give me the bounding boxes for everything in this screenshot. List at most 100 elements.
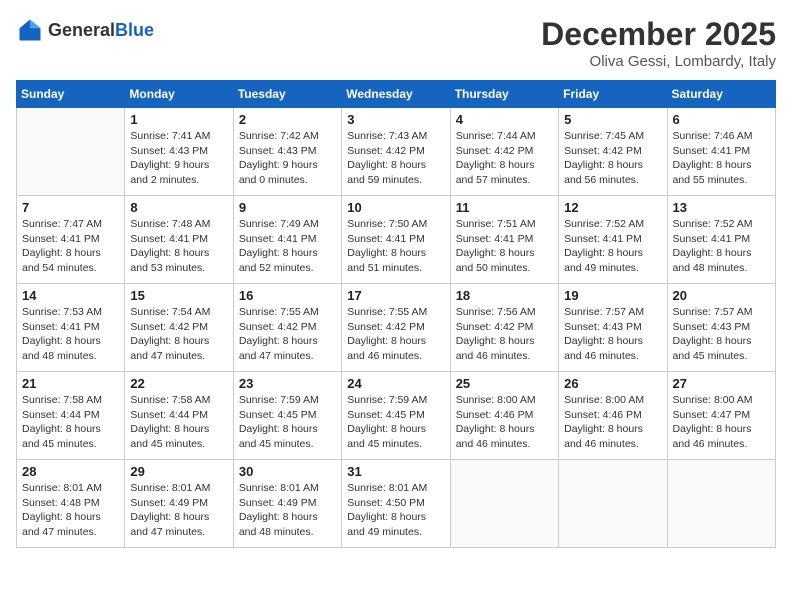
calendar-cell: 20 Sunrise: 7:57 AMSunset: 4:43 PMDayligh… [667,284,775,372]
day-number: 20 [673,288,770,303]
day-number: 8 [130,200,227,215]
day-info: Sunrise: 8:00 AMSunset: 4:46 PMDaylight:… [564,393,661,452]
calendar-week-row: 21 Sunrise: 7:58 AMSunset: 4:44 PMDayligh… [17,372,776,460]
day-info: Sunrise: 7:45 AMSunset: 4:42 PMDaylight:… [564,129,661,188]
day-info: Sunrise: 7:48 AMSunset: 4:41 PMDaylight:… [130,217,227,276]
calendar-cell [450,460,558,548]
calendar-cell: 31 Sunrise: 8:01 AMSunset: 4:50 PMDayligh… [342,460,450,548]
day-info: Sunrise: 7:47 AMSunset: 4:41 PMDaylight:… [22,217,119,276]
day-info: Sunrise: 7:58 AMSunset: 4:44 PMDaylight:… [130,393,227,452]
calendar-cell: 15 Sunrise: 7:54 AMSunset: 4:42 PMDayligh… [125,284,233,372]
calendar-day-header: Wednesday [342,81,450,108]
calendar-day-header: Saturday [667,81,775,108]
calendar-header-row: SundayMondayTuesdayWednesdayThursdayFrid… [17,81,776,108]
day-info: Sunrise: 7:58 AMSunset: 4:44 PMDaylight:… [22,393,119,452]
calendar-cell: 14Sunrise: 7:53 AMSunset: 4:41 PMDayligh… [17,284,125,372]
calendar-cell: 12 Sunrise: 7:52 AMSunset: 4:41 PMDayligh… [559,196,667,284]
day-number: 5 [564,112,661,127]
calendar-day-header: Tuesday [233,81,341,108]
day-info: Sunrise: 7:46 AMSunset: 4:41 PMDaylight:… [673,129,770,188]
day-number: 26 [564,376,661,391]
logo-general: General [48,20,115,40]
calendar-cell [17,108,125,196]
calendar-cell: 1 Sunrise: 7:41 AMSunset: 4:43 PMDaylight… [125,108,233,196]
calendar-cell: 27 Sunrise: 8:00 AMSunset: 4:47 PMDayligh… [667,372,775,460]
calendar-day-header: Thursday [450,81,558,108]
calendar-day-header: Sunday [17,81,125,108]
calendar-cell: 4 Sunrise: 7:44 AMSunset: 4:42 PMDaylight… [450,108,558,196]
calendar-cell: 17 Sunrise: 7:55 AMSunset: 4:42 PMDayligh… [342,284,450,372]
logo-icon [16,16,44,44]
calendar-cell: 21 Sunrise: 7:58 AMSunset: 4:44 PMDayligh… [17,372,125,460]
calendar-cell: 8 Sunrise: 7:48 AMSunset: 4:41 PMDaylight… [125,196,233,284]
day-number: 30 [239,464,336,479]
calendar-cell: 9Sunrise: 7:49 AMSunset: 4:41 PMDaylight… [233,196,341,284]
calendar-day-header: Friday [559,81,667,108]
calendar-cell: 28 Sunrise: 8:01 AMSunset: 4:48 PMDayligh… [17,460,125,548]
day-info: Sunrise: 8:00 AMSunset: 4:46 PMDaylight:… [456,393,553,452]
day-info: Sunrise: 8:00 AMSunset: 4:47 PMDaylight:… [673,393,770,452]
day-info: Sunrise: 8:01 AMSunset: 4:48 PMDaylight:… [22,481,119,540]
day-info: Sunrise: 7:55 AMSunset: 4:42 PMDaylight:… [239,305,336,364]
day-info: Sunrise: 8:01 AMSunset: 4:49 PMDaylight:… [239,481,336,540]
calendar-cell: 18Sunrise: 7:56 AMSunset: 4:42 PMDayligh… [450,284,558,372]
location: Oliva Gessi, Lombardy, Italy [541,53,776,70]
day-number: 17 [347,288,444,303]
calendar-cell: 24 Sunrise: 7:59 AMSunset: 4:45 PMDayligh… [342,372,450,460]
day-info: Sunrise: 7:55 AMSunset: 4:42 PMDaylight:… [347,305,444,364]
day-info: Sunrise: 7:57 AMSunset: 4:43 PMDaylight:… [673,305,770,364]
day-info: Sunrise: 7:41 AMSunset: 4:43 PMDaylight:… [130,129,227,188]
day-number: 3 [347,112,444,127]
day-number: 10 [347,200,444,215]
day-number: 18 [456,288,553,303]
calendar-cell: 13 Sunrise: 7:52 AMSunset: 4:41 PMDayligh… [667,196,775,284]
calendar-cell: 7Sunrise: 7:47 AMSunset: 4:41 PMDaylight… [17,196,125,284]
day-info: Sunrise: 7:53 AMSunset: 4:41 PMDaylight:… [22,305,119,364]
day-number: 2 [239,112,336,127]
day-number: 1 [130,112,227,127]
day-info: Sunrise: 7:52 AMSunset: 4:41 PMDaylight:… [673,217,770,276]
calendar-cell: 6 Sunrise: 7:46 AMSunset: 4:41 PMDaylight… [667,108,775,196]
day-number: 23 [239,376,336,391]
day-number: 29 [130,464,227,479]
calendar-cell: 30 Sunrise: 8:01 AMSunset: 4:49 PMDayligh… [233,460,341,548]
day-number: 31 [347,464,444,479]
calendar-cell: 26 Sunrise: 8:00 AMSunset: 4:46 PMDayligh… [559,372,667,460]
day-info: Sunrise: 7:44 AMSunset: 4:42 PMDaylight:… [456,129,553,188]
month-title: December 2025 [541,16,776,53]
day-info: Sunrise: 7:51 AMSunset: 4:41 PMDaylight:… [456,217,553,276]
day-number: 11 [456,200,553,215]
calendar-week-row: 28 Sunrise: 8:01 AMSunset: 4:48 PMDayligh… [17,460,776,548]
day-number: 25 [456,376,553,391]
day-number: 13 [673,200,770,215]
day-info: Sunrise: 7:59 AMSunset: 4:45 PMDaylight:… [347,393,444,452]
day-info: Sunrise: 7:50 AMSunset: 4:41 PMDaylight:… [347,217,444,276]
calendar-week-row: 7Sunrise: 7:47 AMSunset: 4:41 PMDaylight… [17,196,776,284]
calendar-cell [559,460,667,548]
calendar-cell [667,460,775,548]
calendar-cell: 2 Sunrise: 7:42 AMSunset: 4:43 PMDaylight… [233,108,341,196]
calendar-cell: 19Sunrise: 7:57 AMSunset: 4:43 PMDayligh… [559,284,667,372]
calendar: SundayMondayTuesdayWednesdayThursdayFrid… [16,80,776,548]
day-number: 27 [673,376,770,391]
day-info: Sunrise: 7:54 AMSunset: 4:42 PMDaylight:… [130,305,227,364]
calendar-day-header: Monday [125,81,233,108]
day-number: 28 [22,464,119,479]
day-number: 21 [22,376,119,391]
day-info: Sunrise: 7:43 AMSunset: 4:42 PMDaylight:… [347,129,444,188]
day-number: 12 [564,200,661,215]
day-info: Sunrise: 7:57 AMSunset: 4:43 PMDaylight:… [564,305,661,364]
logo: GeneralBlue [16,16,154,44]
calendar-cell: 23Sunrise: 7:59 AMSunset: 4:45 PMDayligh… [233,372,341,460]
day-number: 24 [347,376,444,391]
day-number: 9 [239,200,336,215]
day-info: Sunrise: 7:52 AMSunset: 4:41 PMDaylight:… [564,217,661,276]
logo-blue: Blue [115,20,154,40]
calendar-cell: 29Sunrise: 8:01 AMSunset: 4:49 PMDayligh… [125,460,233,548]
calendar-cell: 10 Sunrise: 7:50 AMSunset: 4:41 PMDayligh… [342,196,450,284]
day-number: 4 [456,112,553,127]
day-info: Sunrise: 8:01 AMSunset: 4:50 PMDaylight:… [347,481,444,540]
day-info: Sunrise: 7:42 AMSunset: 4:43 PMDaylight:… [239,129,336,188]
day-number: 6 [673,112,770,127]
day-number: 15 [130,288,227,303]
